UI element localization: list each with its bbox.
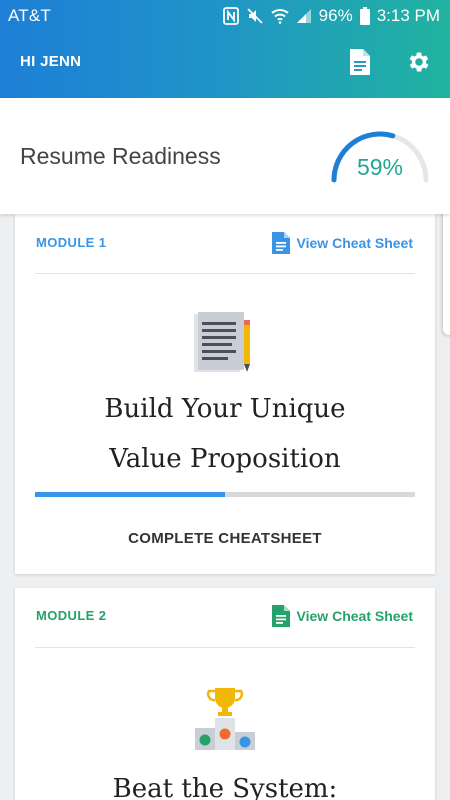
app-header: AT&T 96% 3:13 PM HI JENN [0,0,450,98]
module-progress-bar [35,492,415,497]
status-icons: 96% 3:13 PM [222,5,440,27]
module-card-1[interactable]: MODULE 1 View Cheat Sheet Build Your Uni… [15,214,435,574]
module-label: MODULE 2 [36,608,107,623]
resume-readiness-card: Resume Readiness 59% [0,98,450,214]
module-title-line-1: Beat the System: [112,774,338,800]
cheat-sheet-icon [271,232,290,254]
view-cheat-sheet-link[interactable]: View Cheat Sheet [271,231,413,255]
settings-button[interactable] [406,48,432,76]
module-title-line-2: Value Proposition [109,444,341,474]
document-pencil-icon [194,312,250,372]
battery-icon [359,7,370,25]
complete-cheatsheet-button[interactable]: COMPLETE CHEATSHEET [15,530,435,547]
battery-percent: 96% [318,6,353,25]
view-cheat-sheet-link[interactable]: View Cheat Sheet [271,604,413,628]
cheat-sheet-label: View Cheat Sheet [296,235,413,251]
readiness-percent: 59% [356,154,404,180]
module-title: Build Your Unique Value Proposition [15,384,435,484]
module-card-header: MODULE 2 View Cheat Sheet [35,588,415,648]
document-button[interactable] [347,48,373,76]
module-progress-fill [35,492,225,497]
clock: 3:13 PM [376,6,440,25]
cheat-sheet-label: View Cheat Sheet [296,608,413,624]
signal-icon [296,8,312,24]
mute-icon [246,7,264,25]
nfc-icon [222,7,239,25]
wifi-icon [270,8,289,24]
trophy-podium-icon [195,688,255,750]
module-card-2[interactable]: MODULE 2 View Cheat Sheet Beat the Syste… [15,588,435,800]
status-bar: AT&T 96% 3:13 PM [0,0,450,32]
module-title: Beat the System: [15,764,435,800]
gear-icon [409,52,429,72]
document-icon [350,49,370,75]
module-label: MODULE 1 [36,235,107,250]
carrier-label: AT&T [8,6,51,25]
cheat-sheet-icon [271,605,290,627]
greeting-title: HI JENN [20,53,82,70]
module-title-line-1: Build Your Unique [104,394,346,424]
readiness-label: Resume Readiness [20,143,221,169]
module-card-header: MODULE 1 View Cheat Sheet [35,214,415,274]
